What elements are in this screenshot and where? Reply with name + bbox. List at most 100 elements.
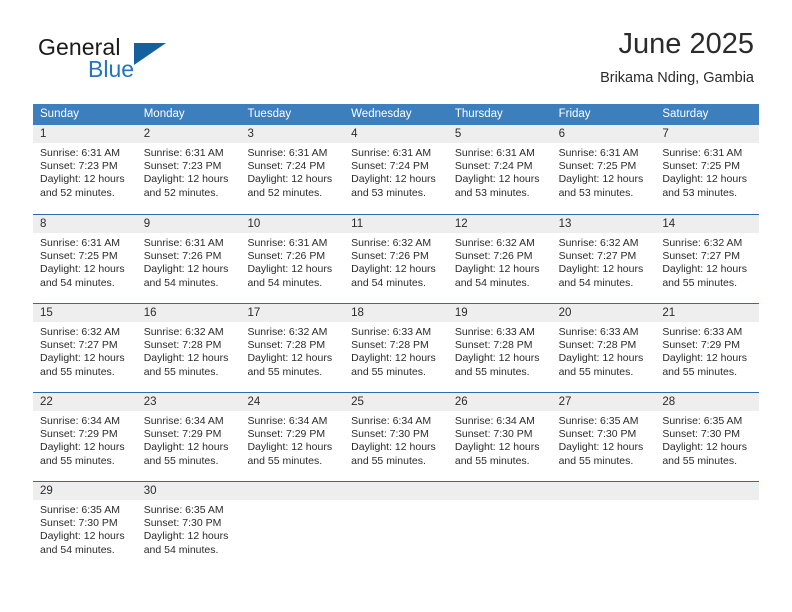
day-cell[interactable]: 7 Sunrise: 6:31 AM Sunset: 7:25 PM Daylight…: [655, 125, 760, 214]
daylight-text-line-1: Daylight: 12 hours: [558, 352, 644, 365]
day-cell[interactable]: 13 Sunrise: 6:32 AM Sunset: 7:27 PM Dayligh…: [551, 215, 656, 303]
calendar-weeks: 1 Sunrise: 6:31 AM Sunset: 7:23 PM Daylight…: [33, 125, 760, 570]
daylight-text-line-2: and 55 minutes.: [40, 365, 115, 378]
day-details: Sunrise: 6:32 AM Sunset: 7:27 PM Daylight:…: [655, 233, 759, 290]
day-details: Sunrise: 6:32 AM Sunset: 7:27 PM Daylight:…: [33, 322, 137, 379]
day-details: Sunrise: 6:35 AM Sunset: 7:30 PM Daylight:…: [137, 500, 241, 557]
day-cell[interactable]: 28 Sunrise: 6:35 AM Sunset: 7:30 PM Dayligh…: [655, 393, 760, 481]
day-number: 27: [551, 393, 656, 411]
day-cell[interactable]: 12 Sunrise: 6:32 AM Sunset: 7:26 PM Dayligh…: [447, 215, 552, 303]
daylight-text-line-2: and 55 minutes.: [454, 365, 530, 378]
day-cell[interactable]: 1 Sunrise: 6:31 AM Sunset: 7:23 PM Daylight…: [33, 125, 137, 214]
day-number: 1: [33, 125, 137, 143]
calendar-page: General Blue June 2025 Brikama Nding, Ga…: [0, 0, 792, 612]
daylight-text-line-1: Daylight: 12 hours: [40, 173, 125, 186]
day-details: Sunrise: 6:31 AM Sunset: 7:26 PM Daylight:…: [137, 233, 241, 290]
daylight-text-line-1: Daylight: 12 hours: [40, 530, 125, 543]
sunset-text: Sunset: 7:28 PM: [247, 339, 326, 352]
day-cell[interactable]: 22 Sunrise: 6:34 AM Sunset: 7:29 PM Dayligh…: [33, 393, 137, 481]
day-number: 16: [136, 304, 241, 322]
day-details: Sunrise: 6:31 AM Sunset: 7:24 PM Daylight:…: [448, 143, 552, 200]
daylight-text-line-2: and 55 minutes.: [143, 365, 219, 378]
day-cell[interactable]: 2 Sunrise: 6:31 AM Sunset: 7:23 PM Daylight…: [136, 125, 241, 214]
day-details: Sunrise: 6:31 AM Sunset: 7:25 PM Daylight:…: [655, 143, 759, 200]
day-cell[interactable]: 11 Sunrise: 6:32 AM Sunset: 7:26 PM Dayligh…: [344, 215, 448, 303]
day-number: 6: [551, 125, 656, 143]
day-cell[interactable]: 20 Sunrise: 6:33 AM Sunset: 7:28 PM Dayligh…: [551, 304, 656, 392]
daylight-text-line-2: and 55 minutes.: [558, 454, 634, 467]
daylight-text-line-2: and 52 minutes.: [40, 186, 115, 199]
day-details: Sunrise: 6:31 AM Sunset: 7:23 PM Daylight:…: [33, 143, 137, 200]
calendar-week-row: 15 Sunrise: 6:32 AM Sunset: 7:27 PM Dayligh…: [33, 303, 760, 392]
day-details: Sunrise: 6:34 AM Sunset: 7:29 PM Daylight:…: [240, 411, 344, 468]
daylight-text-line-1: Daylight: 12 hours: [247, 441, 333, 454]
daylight-text-line-2: and 55 minutes.: [662, 454, 738, 467]
weekday-header-wednesday: Wednesday: [351, 108, 412, 120]
day-details: Sunrise: 6:32 AM Sunset: 7:28 PM Daylight:…: [137, 322, 241, 379]
day-cell[interactable]: 9 Sunrise: 6:31 AM Sunset: 7:26 PM Daylight…: [136, 215, 241, 303]
weekday-header-saturday: Saturday: [662, 108, 709, 120]
day-cell-empty: [447, 482, 552, 570]
day-cell[interactable]: 5 Sunrise: 6:31 AM Sunset: 7:24 PM Daylight…: [447, 125, 552, 214]
day-cell[interactable]: 24 Sunrise: 6:34 AM Sunset: 7:29 PM Dayligh…: [240, 393, 345, 481]
day-cell[interactable]: 21 Sunrise: 6:33 AM Sunset: 7:29 PM Dayligh…: [655, 304, 760, 392]
sunrise-text: Sunrise: 6:35 AM: [558, 415, 639, 427]
sunset-text: Sunset: 7:27 PM: [558, 250, 637, 263]
sunrise-text: Sunrise: 6:31 AM: [143, 237, 224, 249]
day-cell[interactable]: 8 Sunrise: 6:31 AM Sunset: 7:25 PM Daylight…: [33, 215, 137, 303]
day-cell[interactable]: 25 Sunrise: 6:34 AM Sunset: 7:30 PM Dayligh…: [344, 393, 448, 481]
sunset-text: Sunset: 7:27 PM: [40, 339, 118, 352]
day-details: Sunrise: 6:34 AM Sunset: 7:29 PM Daylight:…: [137, 411, 241, 468]
sunset-text: Sunset: 7:26 PM: [143, 250, 222, 263]
day-cell[interactable]: 4 Sunrise: 6:31 AM Sunset: 7:24 PM Daylight…: [344, 125, 448, 214]
day-cell[interactable]: 15 Sunrise: 6:32 AM Sunset: 7:27 PM Dayligh…: [33, 304, 137, 392]
day-cell[interactable]: 23 Sunrise: 6:34 AM Sunset: 7:29 PM Dayligh…: [136, 393, 241, 481]
day-cell[interactable]: 17 Sunrise: 6:32 AM Sunset: 7:28 PM Dayligh…: [240, 304, 345, 392]
sunrise-text: Sunrise: 6:33 AM: [558, 326, 639, 338]
sunset-text: Sunset: 7:29 PM: [40, 428, 118, 441]
day-cell[interactable]: 14 Sunrise: 6:32 AM Sunset: 7:27 PM Dayligh…: [655, 215, 760, 303]
sunrise-text: Sunrise: 6:34 AM: [143, 415, 224, 427]
sunset-text: Sunset: 7:26 PM: [351, 250, 429, 263]
day-cell[interactable]: 10 Sunrise: 6:31 AM Sunset: 7:26 PM Dayligh…: [240, 215, 345, 303]
day-details: Sunrise: 6:31 AM Sunset: 7:24 PM Daylight:…: [344, 143, 448, 200]
sunset-text: Sunset: 7:24 PM: [247, 160, 326, 173]
daylight-text-line-1: Daylight: 12 hours: [143, 173, 229, 186]
sunset-text: Sunset: 7:25 PM: [558, 160, 637, 173]
calendar-week-row: 29 Sunrise: 6:35 AM Sunset: 7:30 PM Dayligh…: [33, 481, 760, 570]
weekday-header-friday: Friday: [558, 108, 591, 120]
title-block: June 2025 Brikama Nding, Gambia: [600, 26, 754, 88]
day-number: 8: [33, 215, 137, 233]
day-cell[interactable]: 27 Sunrise: 6:35 AM Sunset: 7:30 PM Dayligh…: [551, 393, 656, 481]
sunrise-text: Sunrise: 6:34 AM: [454, 415, 535, 427]
general-blue-logo[interactable]: General Blue: [38, 34, 218, 86]
day-number: 21: [655, 304, 760, 322]
sunset-text: Sunset: 7:25 PM: [662, 160, 740, 173]
daylight-text-line-1: Daylight: 12 hours: [40, 441, 125, 454]
day-cell[interactable]: 18 Sunrise: 6:33 AM Sunset: 7:28 PM Dayligh…: [344, 304, 448, 392]
day-number: 29: [33, 482, 137, 500]
daylight-text-line-2: and 54 minutes.: [247, 276, 323, 289]
sunrise-text: Sunrise: 6:31 AM: [40, 147, 120, 159]
day-details: Sunrise: 6:31 AM Sunset: 7:25 PM Daylight:…: [552, 143, 656, 200]
sunset-text: Sunset: 7:24 PM: [454, 160, 533, 173]
weekday-header-monday: Monday: [143, 108, 185, 120]
day-cell[interactable]: 29 Sunrise: 6:35 AM Sunset: 7:30 PM Dayligh…: [33, 482, 137, 570]
daylight-text-line-1: Daylight: 12 hours: [351, 263, 436, 276]
day-details: Sunrise: 6:31 AM Sunset: 7:24 PM Daylight:…: [240, 143, 344, 200]
day-number: 5: [447, 125, 552, 143]
day-cell[interactable]: 6 Sunrise: 6:31 AM Sunset: 7:25 PM Daylight…: [551, 125, 656, 214]
sunrise-text: Sunrise: 6:34 AM: [40, 415, 120, 427]
day-cell[interactable]: 19 Sunrise: 6:33 AM Sunset: 7:28 PM Dayligh…: [447, 304, 552, 392]
daylight-text-line-1: Daylight: 12 hours: [247, 352, 333, 365]
sunrise-text: Sunrise: 6:34 AM: [247, 415, 328, 427]
day-number: 2: [136, 125, 241, 143]
day-cell[interactable]: 3 Sunrise: 6:31 AM Sunset: 7:24 PM Daylight…: [240, 125, 345, 214]
day-cell[interactable]: 30 Sunrise: 6:35 AM Sunset: 7:30 PM Dayligh…: [136, 482, 241, 570]
day-number: 24: [240, 393, 345, 411]
day-number: 15: [33, 304, 137, 322]
day-cell[interactable]: 26 Sunrise: 6:34 AM Sunset: 7:30 PM Dayligh…: [447, 393, 552, 481]
daylight-text-line-2: and 54 minutes.: [143, 543, 219, 556]
day-cell[interactable]: 16 Sunrise: 6:32 AM Sunset: 7:28 PM Dayligh…: [136, 304, 241, 392]
daylight-text-line-1: Daylight: 12 hours: [558, 263, 644, 276]
